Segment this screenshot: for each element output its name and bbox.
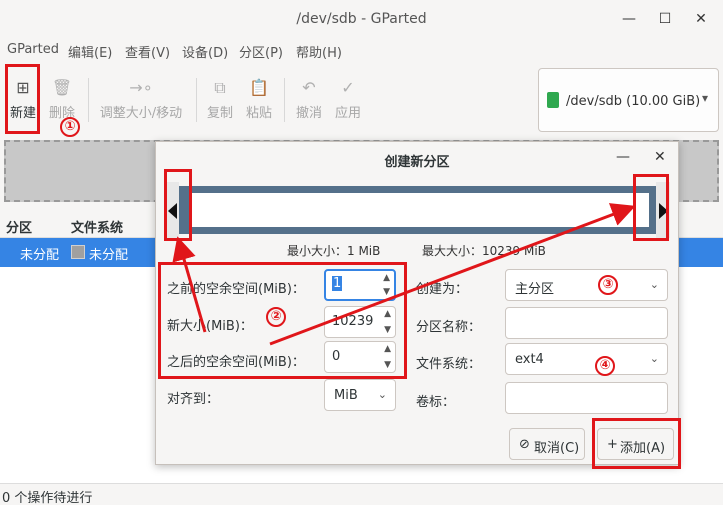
partition-name-label: 分区名称： bbox=[416, 320, 482, 335]
partition-size-bar[interactable] bbox=[178, 186, 660, 234]
menu-edit[interactable]: 编辑(E) bbox=[68, 42, 112, 61]
annotation-box-add bbox=[592, 418, 681, 469]
volume-label-input[interactable] bbox=[505, 382, 668, 414]
dialog-minimize-icon[interactable]: — bbox=[616, 149, 630, 165]
resize-button-label: 调整大小/移动 bbox=[99, 106, 183, 121]
paste-button-label: 粘贴 bbox=[245, 106, 272, 121]
dialog-close-icon[interactable]: ✕ bbox=[654, 149, 666, 165]
chevron-down-icon: ⌄ bbox=[649, 352, 659, 365]
align-select[interactable]: MiB ⌄ bbox=[324, 379, 396, 411]
menu-view[interactable]: 查看(V) bbox=[125, 42, 170, 61]
cancel-button[interactable]: ⊘ 取消(C) bbox=[509, 428, 585, 460]
dialog-title: 创建新分区 bbox=[384, 155, 450, 170]
filesystem-label: 文件系统： bbox=[416, 357, 482, 372]
chevron-down-icon: ⌄ bbox=[649, 278, 659, 291]
menu-device[interactable]: 设备(D) bbox=[182, 42, 228, 61]
annotation-number-3: ③ bbox=[598, 275, 618, 295]
apply-button[interactable]: ✓ 应用 bbox=[334, 74, 362, 121]
undo-button-label: 撤消 bbox=[295, 106, 322, 121]
resize-arrow-icon: →∘ bbox=[129, 78, 153, 97]
maximize-icon[interactable]: ☐ bbox=[656, 10, 674, 28]
volume-label-label: 卷标： bbox=[416, 395, 456, 410]
filesystem-color-swatch bbox=[71, 245, 85, 259]
cell-partition: 未分配 bbox=[20, 248, 60, 263]
window-title: /dev/sdb - GParted bbox=[296, 11, 427, 27]
pending-operations-status: 0 个操作待进行 bbox=[2, 491, 93, 505]
create-as-value: 主分区 bbox=[515, 282, 555, 297]
device-size: (10.00 GiB) bbox=[626, 94, 701, 109]
menu-help[interactable]: 帮助(H) bbox=[296, 42, 342, 61]
apply-button-label: 应用 bbox=[334, 106, 361, 121]
create-as-select[interactable]: 主分区 ⌄ bbox=[505, 269, 668, 301]
create-as-label: 创建为： bbox=[416, 282, 469, 297]
delete-button[interactable]: 🗑 删除 bbox=[48, 74, 76, 121]
undo-icon: ↶ bbox=[302, 78, 316, 97]
resize-move-button[interactable]: →∘ 调整大小/移动 bbox=[98, 74, 184, 121]
annotation-number-1: ① bbox=[60, 117, 80, 137]
column-header-filesystem[interactable]: 文件系统 bbox=[71, 217, 123, 236]
align-label: 对齐到： bbox=[167, 392, 220, 407]
cancel-icon: ⊘ bbox=[519, 437, 530, 452]
toolbar-separator bbox=[88, 78, 89, 122]
menu-gparted[interactable]: GParted bbox=[7, 42, 59, 57]
check-icon: ✓ bbox=[341, 78, 355, 97]
chevron-down-icon: ▾ bbox=[701, 91, 708, 105]
copy-button[interactable]: ⧉ 复制 bbox=[206, 74, 234, 121]
trash-icon: 🗑 bbox=[51, 78, 73, 97]
status-bar: 0 个操作待进行 bbox=[0, 483, 723, 505]
annotation-number-2: ② bbox=[266, 307, 286, 327]
cancel-button-label: 取消(C) bbox=[534, 441, 580, 456]
annotation-box-right-handle bbox=[633, 174, 669, 241]
toolbar-separator bbox=[196, 78, 197, 122]
chevron-down-icon: ⌄ bbox=[377, 388, 387, 401]
partition-name-input[interactable] bbox=[505, 307, 668, 339]
device-path: /dev/sdb bbox=[566, 94, 622, 109]
copy-button-label: 复制 bbox=[206, 106, 233, 121]
copy-icon: ⧉ bbox=[214, 78, 226, 97]
column-header-partition[interactable]: 分区 bbox=[6, 217, 32, 236]
cell-filesystem: 未分配 bbox=[89, 248, 129, 263]
device-selector-label: /dev/sdb (10.00 GiB) bbox=[566, 94, 700, 109]
paste-icon: 📋 bbox=[249, 78, 269, 97]
filesystem-value: ext4 bbox=[515, 352, 544, 367]
minimize-icon[interactable]: — bbox=[620, 10, 638, 28]
close-icon[interactable]: ✕ bbox=[692, 10, 710, 28]
filesystem-select[interactable]: ext4 ⌄ bbox=[505, 343, 668, 375]
title-bar: /dev/sdb - GParted — ☐ ✕ bbox=[0, 0, 723, 40]
annotation-box-new bbox=[5, 64, 40, 134]
annotation-number-4: ④ bbox=[595, 356, 615, 376]
partition-size-bar-fill bbox=[189, 193, 649, 227]
max-size-label: 最大大小：10239 MiB bbox=[422, 244, 546, 258]
annotation-box-left-handle bbox=[164, 169, 192, 241]
min-size-label: 最小大小：1 MiB bbox=[287, 244, 381, 258]
disk-icon bbox=[547, 92, 559, 108]
align-value: MiB bbox=[334, 388, 358, 403]
toolbar-separator bbox=[284, 78, 285, 122]
menu-partition[interactable]: 分区(P) bbox=[239, 42, 283, 61]
device-selector[interactable]: /dev/sdb (10.00 GiB) ▾ bbox=[538, 68, 719, 132]
undo-button[interactable]: ↶ 撤消 bbox=[295, 74, 323, 121]
paste-button[interactable]: 📋 粘贴 bbox=[245, 74, 273, 121]
